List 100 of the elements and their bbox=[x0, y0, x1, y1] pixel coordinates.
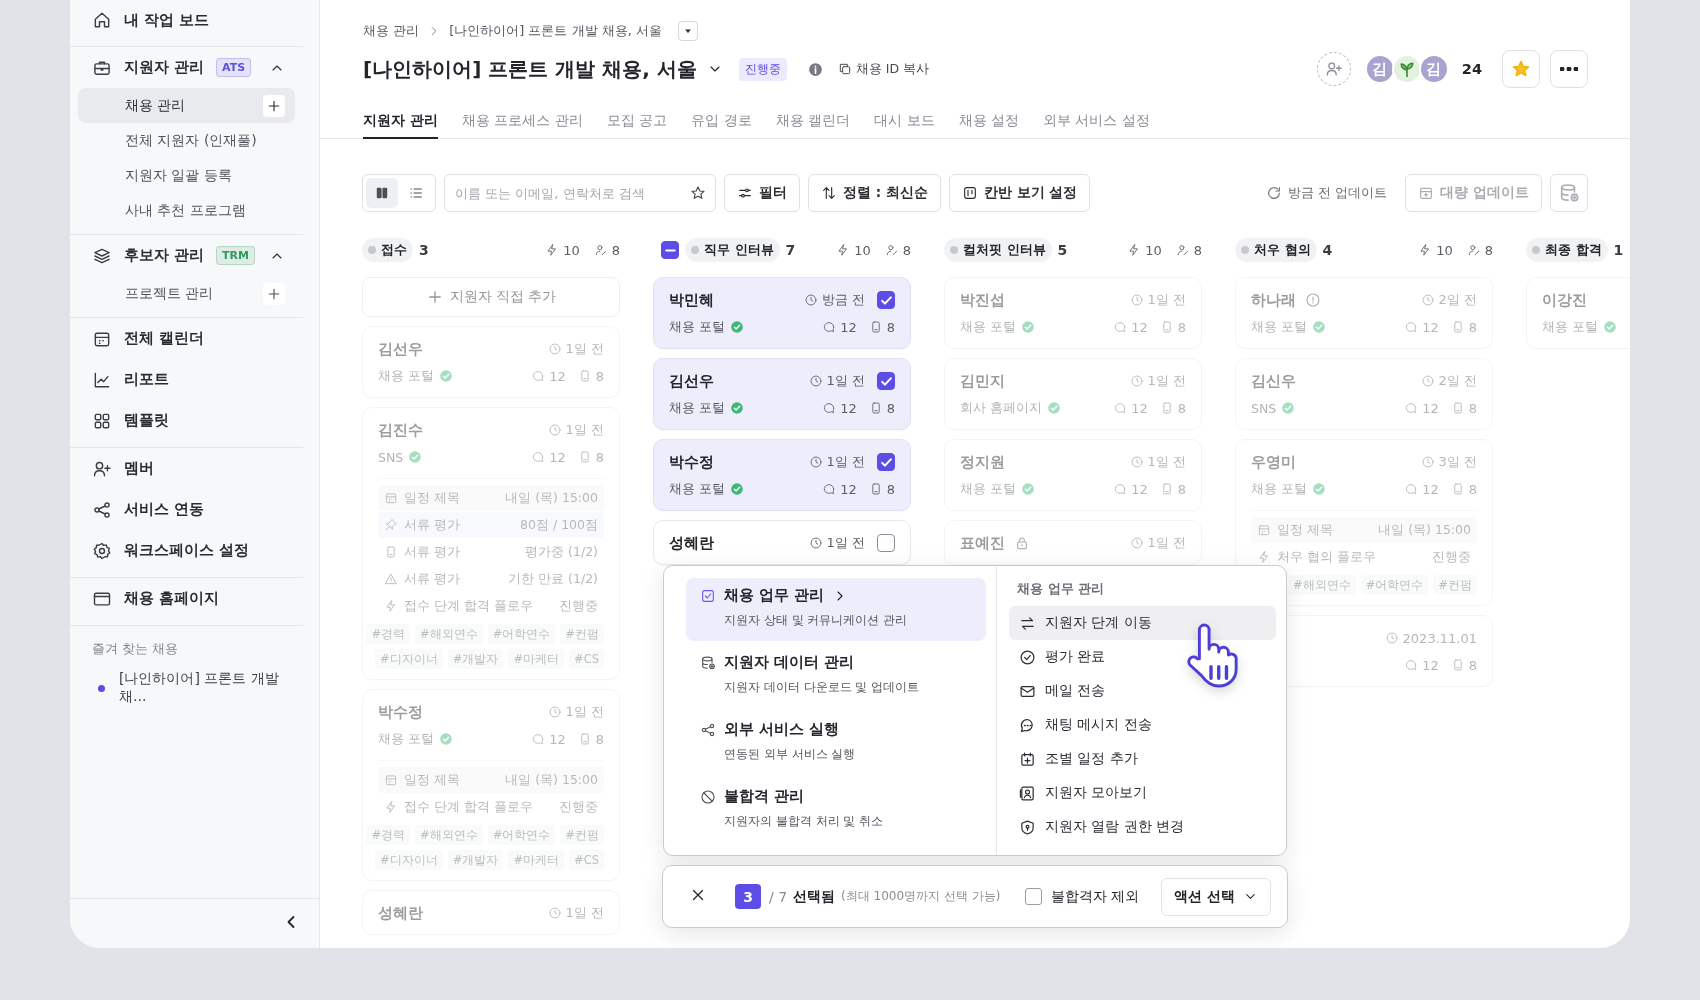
applicant-name: 정지원 bbox=[960, 452, 1005, 472]
menu-category[interactable]: 지원자 데이터 관리 지원자 데이터 다운로드 및 업데이트 bbox=[686, 645, 986, 708]
chat-icon bbox=[1113, 401, 1128, 415]
dropdown-button[interactable] bbox=[677, 21, 698, 41]
detail-label: 처우 협의 플로우 bbox=[1277, 548, 1376, 566]
sidebar-item[interactable]: 채용 홈페이지 bbox=[78, 578, 295, 619]
more-button[interactable] bbox=[1550, 50, 1588, 88]
comment-count: 12 bbox=[1422, 319, 1439, 335]
board-button[interactable]: 칸반 보기 설정 bbox=[948, 174, 1091, 212]
source-label: 채용 포털 bbox=[669, 318, 725, 336]
comment-count: 12 bbox=[1131, 319, 1148, 335]
database-icon bbox=[1558, 182, 1580, 204]
action-count: 10 bbox=[1145, 242, 1162, 258]
sidebar-subitem[interactable]: 프로젝트 관리 bbox=[78, 276, 295, 311]
sidebar-item[interactable]: 전체 캘린더 bbox=[78, 318, 295, 359]
board-view-button[interactable] bbox=[366, 178, 398, 208]
applicant-name: 박수정 bbox=[378, 702, 423, 722]
source-label: 채용 포털 bbox=[960, 318, 1016, 336]
selected-count: 3 bbox=[735, 884, 761, 909]
clock-icon bbox=[808, 374, 823, 388]
search-field[interactable]: 이름 또는 이메일, 연락처로 검색 bbox=[444, 174, 716, 212]
sidebar-subitem[interactable]: 채용 관리 bbox=[78, 88, 295, 123]
copy-id-button[interactable]: 채용 ID 복사 bbox=[837, 60, 929, 78]
action-select-button[interactable]: 액션 선택 bbox=[1161, 877, 1271, 916]
sidebar-subitem[interactable]: 지원자 일괄 등록 bbox=[78, 158, 295, 193]
sidebar-item[interactable]: 지원자 관리 ATS bbox=[78, 47, 295, 88]
detail-value: 내일 (목) 15:00 bbox=[505, 771, 598, 789]
checkbox[interactable] bbox=[877, 534, 895, 552]
time-ago: 2일 전 bbox=[1438, 372, 1477, 390]
menu-item[interactable]: 지원자 단계 이동 bbox=[1009, 606, 1276, 640]
sidebar-item[interactable]: 템플릿 bbox=[78, 400, 295, 441]
applicant-card[interactable]: 김선우 1일 전 채용 포털 12 8 bbox=[653, 358, 911, 430]
category-title: 불합격 관리 bbox=[724, 787, 805, 806]
database-icon bbox=[700, 654, 716, 671]
tab[interactable]: 모집 공고 bbox=[606, 105, 668, 139]
tab[interactable]: 지원자 관리 bbox=[363, 105, 438, 139]
time-ago: 1일 전 bbox=[826, 453, 865, 471]
applicant-name: 김선우 bbox=[378, 339, 423, 359]
chat-icon bbox=[1404, 320, 1419, 334]
checkbox[interactable] bbox=[877, 291, 895, 309]
sidebar-subitem[interactable]: 사내 추천 프로그램 bbox=[78, 193, 295, 228]
add-button[interactable] bbox=[263, 94, 285, 117]
time-ago: 2일 전 bbox=[1438, 291, 1477, 309]
category-description: 연동된 외부 서비스 실행 bbox=[724, 746, 857, 763]
applicant-card[interactable]: 성혜란 1일 전 bbox=[653, 520, 911, 565]
document-count: 8 bbox=[886, 319, 895, 335]
chat-icon bbox=[531, 450, 546, 464]
menu-category[interactable]: 불합격 관리 지원자의 불합격 처리 및 취소 bbox=[686, 779, 986, 842]
chat-icon bbox=[1404, 658, 1419, 672]
time-ago: 1일 전 bbox=[826, 534, 865, 552]
favorite-item[interactable]: [나인하이어] 프론트 개발 채... bbox=[92, 670, 297, 706]
checkbox[interactable] bbox=[877, 453, 895, 471]
applicant-card[interactable]: 박민혜 방금 전 채용 포털 12 8 bbox=[653, 277, 911, 349]
time-ago: 1일 전 bbox=[565, 904, 604, 922]
breadcrumb-link[interactable]: 채용 관리 bbox=[363, 22, 420, 40]
menu-item[interactable]: 채팅 메시지 전송 bbox=[1009, 708, 1276, 742]
applicant-card[interactable]: 박수정 1일 전 채용 포털 12 8 bbox=[653, 439, 911, 511]
add-button[interactable] bbox=[263, 282, 285, 305]
tab[interactable]: 채용 프로세스 관리 bbox=[461, 105, 583, 139]
checkbox[interactable] bbox=[877, 372, 895, 390]
select-all-checkbox[interactable] bbox=[661, 241, 679, 259]
tab[interactable]: 외부 서비스 설정 bbox=[1043, 105, 1150, 139]
filter-button[interactable]: 필터 bbox=[724, 174, 800, 212]
applicant-name: 김신우 bbox=[1251, 371, 1296, 391]
clock-icon bbox=[1420, 293, 1435, 307]
menu-item[interactable]: 지원자 모아보기 bbox=[1009, 776, 1276, 810]
sidebar-item[interactable]: 후보자 관리 TRM bbox=[78, 235, 295, 276]
comment-count: 12 bbox=[1422, 400, 1439, 416]
tab[interactable]: 채용 캘린더 bbox=[775, 105, 851, 139]
chat-icon bbox=[531, 369, 546, 383]
exclude-rejected-checkbox[interactable]: 불합격자 제외 bbox=[1024, 887, 1140, 906]
time-ago: 방금 전 bbox=[821, 291, 865, 309]
sidebar-subitem[interactable]: 전체 지원자 (인재풀) bbox=[78, 123, 295, 158]
sidebar-item[interactable]: 서비스 연동 bbox=[78, 489, 295, 530]
time-ago: 1일 전 bbox=[1147, 453, 1186, 471]
sidebar-item[interactable]: 내 작업 보드 bbox=[78, 0, 295, 40]
source-label: 채용 포털 bbox=[1251, 480, 1307, 498]
calendar-icon bbox=[384, 773, 398, 787]
breadcrumb-link[interactable]: [나인하이어] 프론트 개발 채용, 서울 bbox=[449, 22, 662, 40]
menu-category[interactable]: 채용 업무 관리 지원자 상태 및 커뮤니케이션 관리 bbox=[686, 578, 986, 641]
selection-hint: (최대 1000명까지 선택 가능) bbox=[841, 888, 1001, 905]
swap-icon bbox=[1019, 614, 1036, 632]
tab[interactable]: 대시 보드 bbox=[874, 105, 935, 139]
category-description: 지원자 상태 및 커뮤니케이션 관리 bbox=[724, 612, 909, 629]
applicant-name: 김선우 bbox=[669, 371, 714, 391]
menu-item[interactable]: 지원자 열람 권한 변경 bbox=[1009, 810, 1276, 844]
menu-category[interactable]: 외부 서비스 실행 연동된 외부 서비스 실행 bbox=[686, 712, 986, 775]
tab[interactable]: 채용 설정 bbox=[958, 105, 1020, 139]
sidebar-item[interactable]: 멤버 bbox=[78, 448, 295, 489]
sort-button[interactable]: 정렬 : 최신순 bbox=[808, 174, 941, 212]
document-count: 8 bbox=[1468, 657, 1477, 673]
menu-item[interactable]: 조별 일정 추가 bbox=[1009, 742, 1276, 776]
tag: #경력 bbox=[366, 825, 411, 845]
applicant-name: 이강진 bbox=[1542, 290, 1587, 310]
document-count: 8 bbox=[886, 481, 895, 497]
detail-value: 진행중 bbox=[559, 597, 598, 615]
sidebar-item[interactable]: 리포트 bbox=[78, 359, 295, 400]
sidebar-item[interactable]: 워크스페이스 설정 bbox=[78, 530, 295, 571]
document-count: 8 bbox=[595, 368, 604, 384]
refresh-button[interactable]: 방금 전 업데이트 bbox=[1266, 184, 1388, 202]
